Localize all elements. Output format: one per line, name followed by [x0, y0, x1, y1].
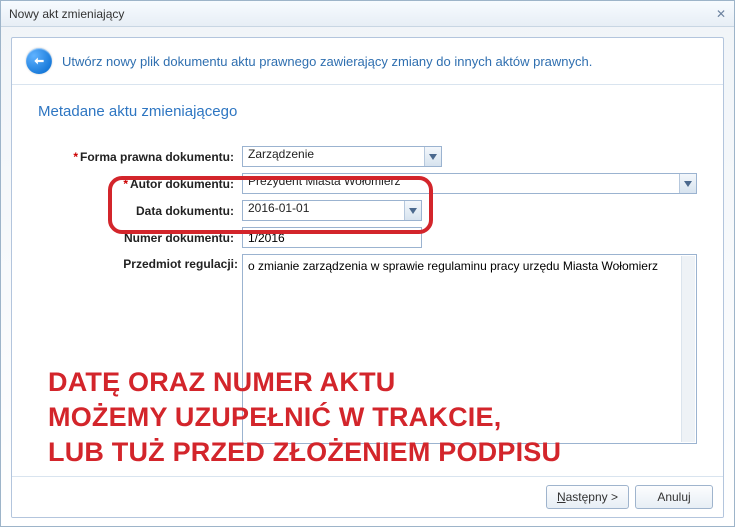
- numer-dokumentu-field[interactable]: [243, 228, 421, 247]
- przedmiot-textarea-wrap: o zmianie zarządzenia w sprawie regulami…: [242, 254, 697, 444]
- panel-header: Utwórz nowy plik dokumentu aktu prawnego…: [12, 38, 723, 85]
- forma-prawna-select[interactable]: Zarządzenie: [242, 146, 442, 167]
- annotation-line: POD GOTOWYM DOKUMENTEM: [48, 470, 561, 476]
- dialog-window: Nowy akt zmieniający ✕ Utwórz nowy plik …: [0, 0, 735, 527]
- numer-dokumentu-input[interactable]: [242, 227, 422, 248]
- next-button[interactable]: Następny >: [546, 485, 629, 509]
- autor-value: Prezydent Miasta Wołomierz: [243, 174, 679, 193]
- titlebar: Nowy akt zmieniający ✕: [1, 1, 734, 27]
- autor-label: *Autor dokumentu:: [38, 177, 238, 191]
- required-marker: *: [123, 177, 128, 191]
- data-dokumentu-value: 2016-01-01: [243, 201, 404, 220]
- forma-prawna-value: Zarządzenie: [243, 147, 424, 166]
- numer-dokumentu-label: Numer dokumentu:: [38, 231, 238, 245]
- panel-footer: Następny > Anuluj: [12, 476, 723, 517]
- data-dokumentu-label: Data dokumentu:: [38, 204, 238, 218]
- forma-prawna-label: *Forma prawna dokumentu:: [38, 150, 238, 164]
- cancel-button[interactable]: Anuluj: [635, 485, 713, 509]
- przedmiot-label: Przedmiot regulacji:: [38, 254, 238, 271]
- scrollbar[interactable]: [681, 256, 695, 442]
- przedmiot-textarea[interactable]: o zmianie zarządzenia w sprawie regulami…: [243, 255, 680, 443]
- content-area: Utwórz nowy plik dokumentu aktu prawnego…: [1, 27, 734, 526]
- create-document-icon: [26, 48, 52, 74]
- close-icon[interactable]: ✕: [716, 7, 726, 21]
- autor-select[interactable]: Prezydent Miasta Wołomierz: [242, 173, 697, 194]
- form-grid: *Forma prawna dokumentu: Zarządzenie *Au…: [38, 146, 697, 444]
- required-marker: *: [73, 150, 78, 164]
- data-dokumentu-select[interactable]: 2016-01-01: [242, 200, 422, 221]
- panel-body: Metadane aktu zmieniającego *Forma prawn…: [12, 85, 723, 476]
- panel-description: Utwórz nowy plik dokumentu aktu prawnego…: [62, 54, 592, 69]
- chevron-down-icon[interactable]: [404, 201, 421, 220]
- chevron-down-icon[interactable]: [424, 147, 441, 166]
- section-title: Metadane aktu zmieniającego: [38, 103, 697, 120]
- chevron-down-icon[interactable]: [679, 174, 696, 193]
- main-panel: Utwórz nowy plik dokumentu aktu prawnego…: [11, 37, 724, 518]
- window-title: Nowy akt zmieniający: [9, 7, 124, 21]
